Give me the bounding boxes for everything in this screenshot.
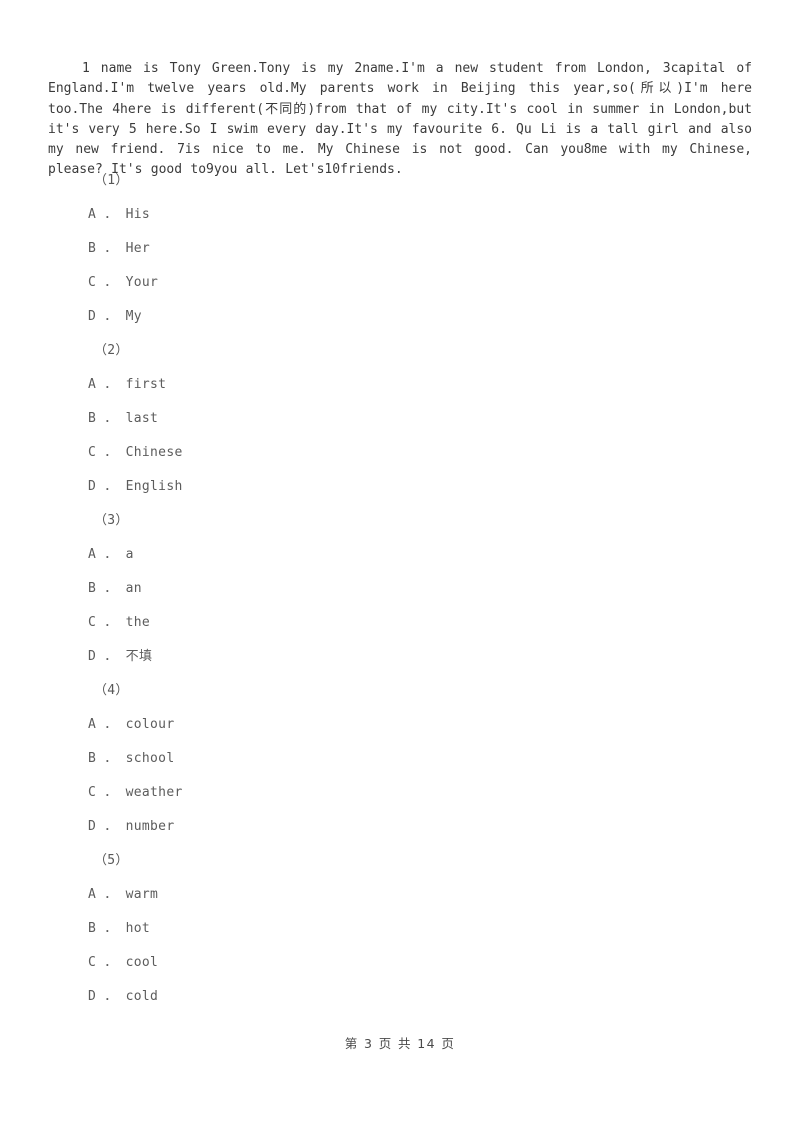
question-list: （1） A ． His B ． Her C ． Your D ． My （2） A ． fi… <box>0 164 800 1014</box>
question-option[interactable]: D ． number <box>0 810 800 844</box>
question-option[interactable]: A ． warm <box>0 878 800 912</box>
question-group: （4） A ． colour B ． school C ． weather D ． nu… <box>0 674 800 844</box>
question-option[interactable]: B ． last <box>0 402 800 436</box>
question-number: （4） <box>94 683 129 698</box>
question-group: （3） A ． aB ． an C ． the D ． 不填 <box>0 504 800 674</box>
question-number: （1） <box>94 173 129 188</box>
question-option[interactable]: D ． 不填 <box>0 640 800 674</box>
question-option[interactable]: A ． His <box>0 198 800 232</box>
reading-passage: 1 name is Tony Green.Tony is my 2name.I'… <box>48 61 752 178</box>
question-option[interactable]: D ． My <box>0 300 800 334</box>
question-number: （3） <box>94 513 129 528</box>
document-page: 1 name is Tony Green.Tony is my 2name.I'… <box>0 0 800 1132</box>
question-option[interactable]: D ． cold <box>0 980 800 1014</box>
question-option[interactable]: B ． hot <box>0 912 800 946</box>
question-option[interactable]: C ． Chinese <box>0 436 800 470</box>
question-option[interactable]: A ． a <box>0 538 800 572</box>
question-option[interactable]: B ． school <box>0 742 800 776</box>
question-option[interactable]: C ． the <box>0 606 800 640</box>
question-option[interactable]: C ． Your <box>0 266 800 300</box>
question-group: （2） A ． first B ． last C ． Chinese D ． Engli… <box>0 334 800 504</box>
question-option[interactable]: B ． Her <box>0 232 800 266</box>
question-number: （5） <box>94 853 129 868</box>
question-group: （5） A ． warm B ． hot C ． cool D ． cold <box>0 844 800 1014</box>
question-option[interactable]: A ． colour <box>0 708 800 742</box>
question-option[interactable]: D ． English <box>0 470 800 504</box>
question-option[interactable]: C ． weather <box>0 776 800 810</box>
question-option[interactable]: B ． an <box>0 572 800 606</box>
question-option[interactable]: A ． first <box>0 368 800 402</box>
question-option[interactable]: C ． cool <box>0 946 800 980</box>
question-group: （1） A ． His B ． Her C ． Your D ． My <box>0 164 800 334</box>
question-number: （2） <box>94 343 129 358</box>
page-footer: 第 3 页 共 14 页 <box>344 1036 456 1051</box>
